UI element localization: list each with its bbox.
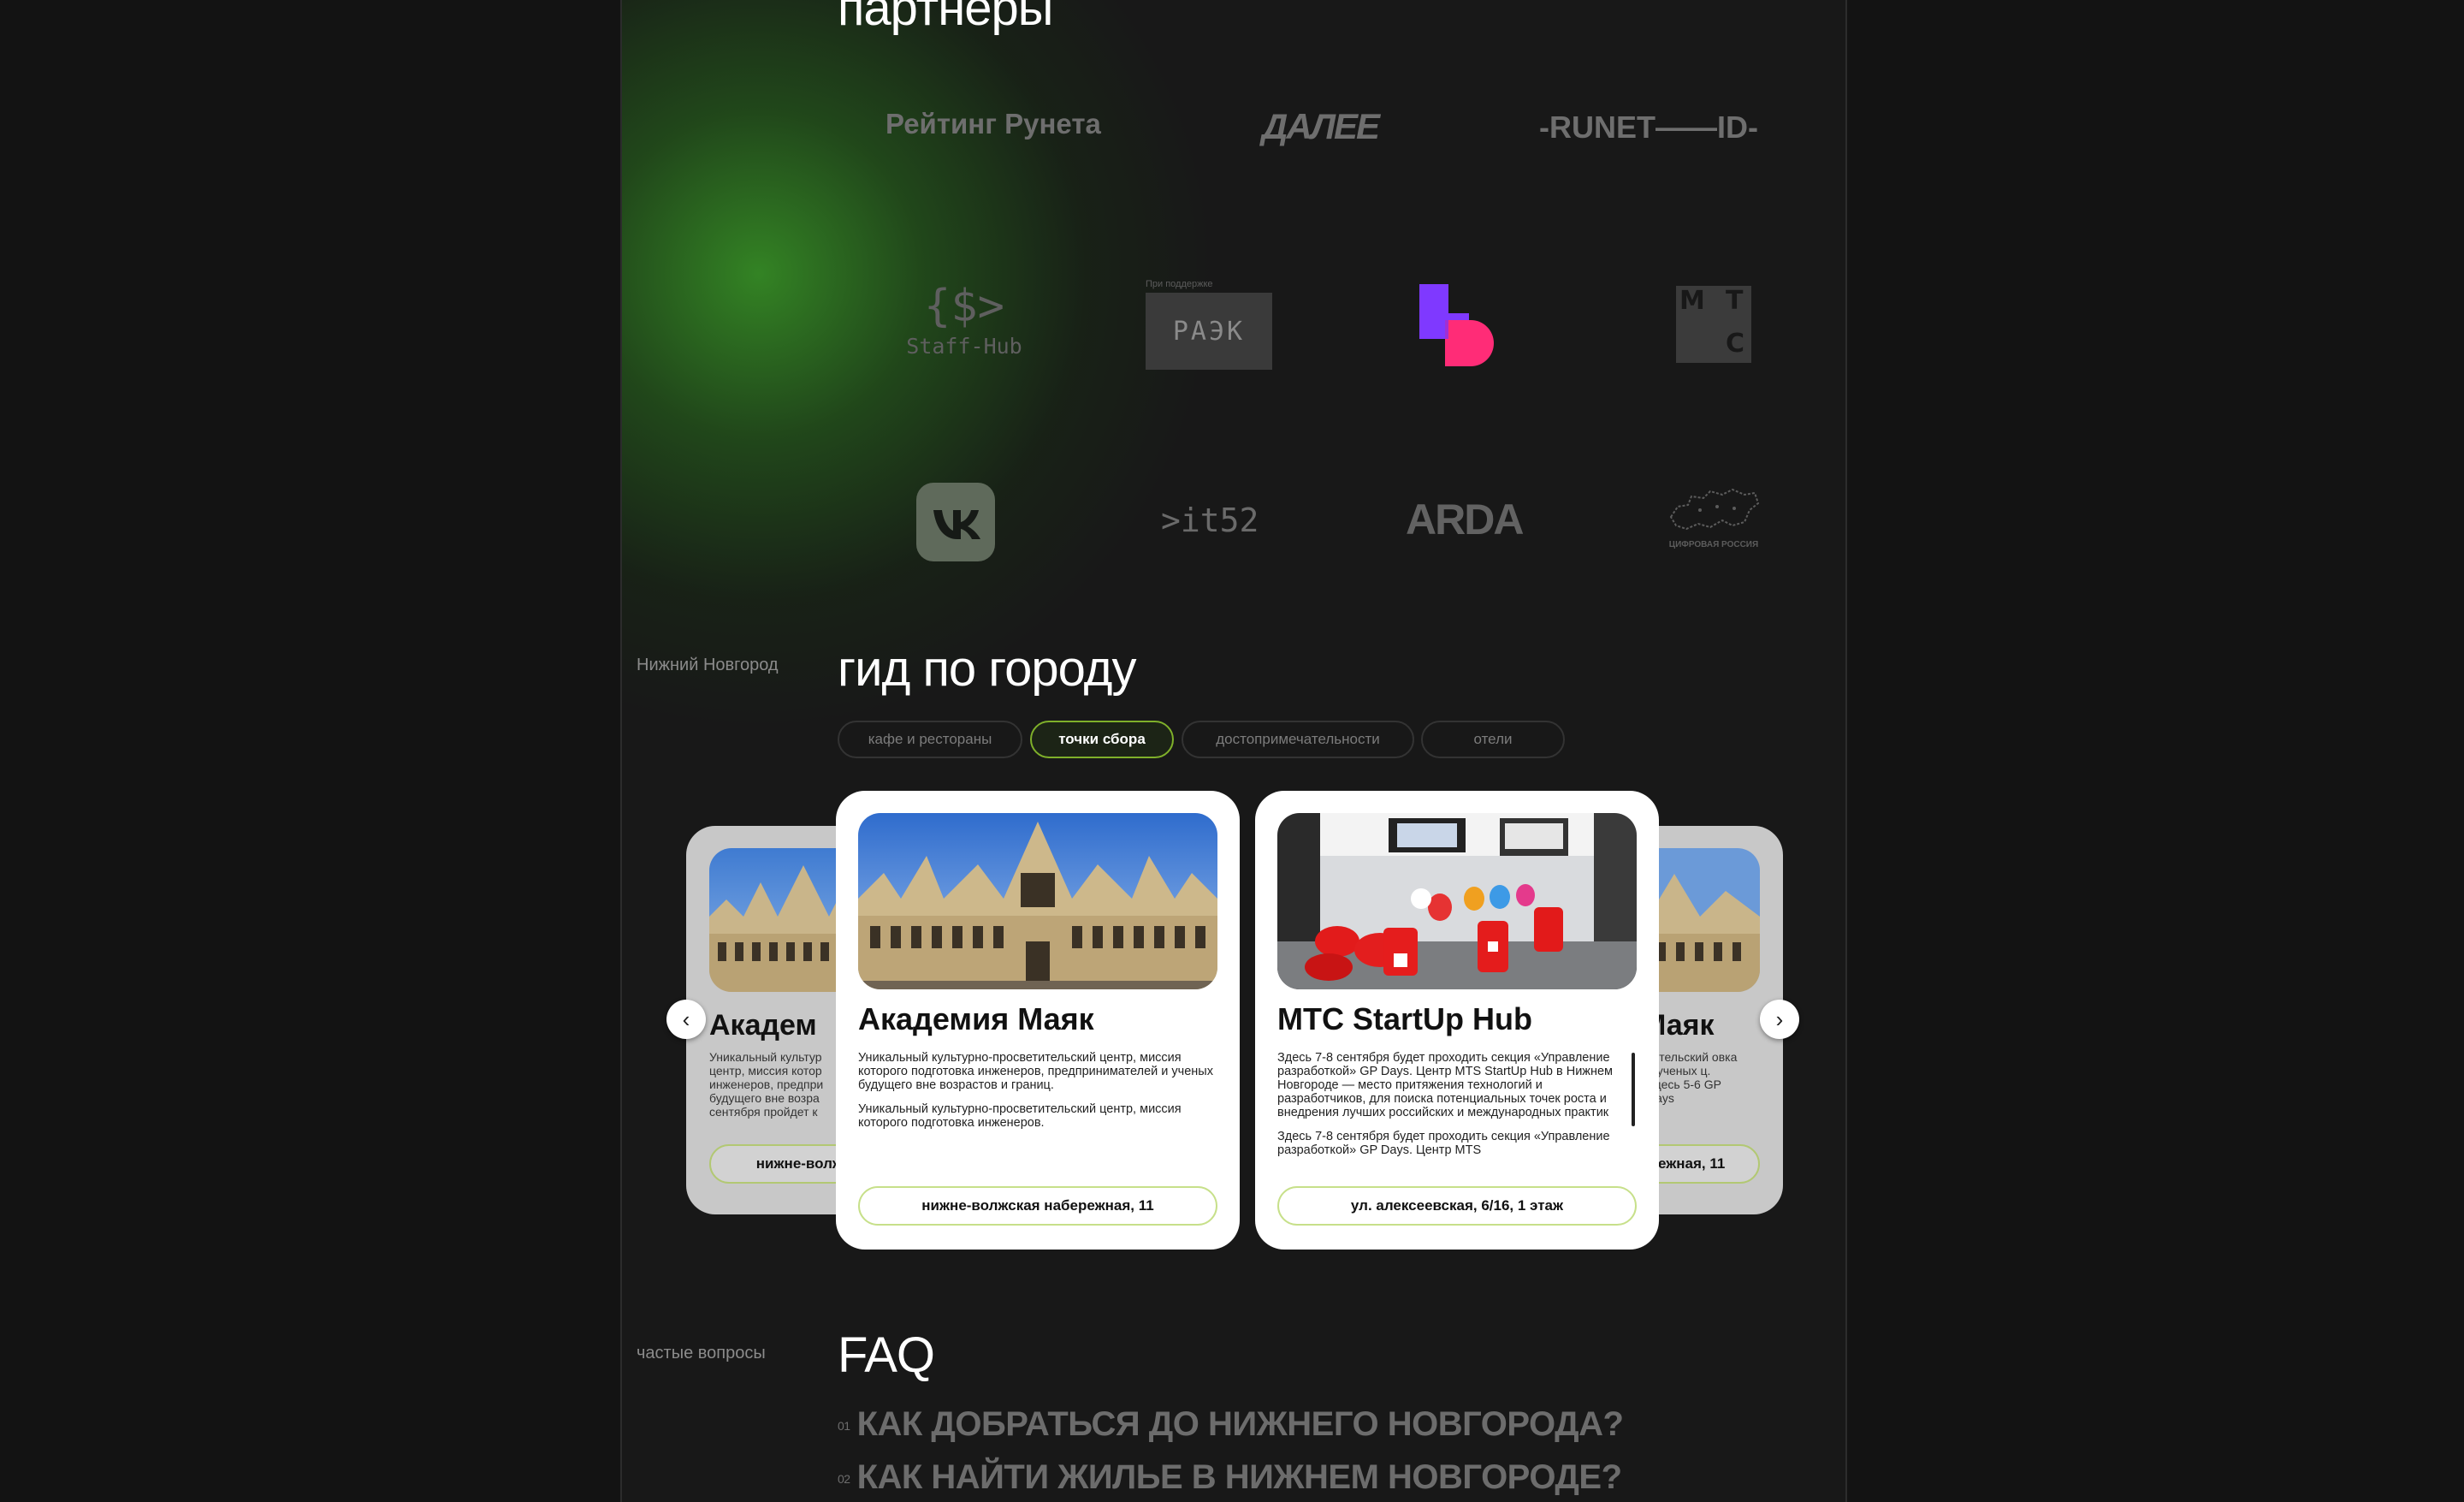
- runet-id-logo[interactable]: -RUNET——ID-: [1539, 110, 1758, 145]
- place-card-mts-hub[interactable]: MTC StartUp Hub Здесь 7-8 сентября будет…: [1255, 791, 1659, 1250]
- academy-description-p2: Уникальный культурно-просветительский це…: [858, 1102, 1182, 1130]
- academy-title: Академия Маяк: [858, 1001, 1094, 1036]
- tab-cafes[interactable]: кафе и рестораны: [838, 721, 1022, 758]
- staff-hub-name: Staff-Hub: [906, 334, 1022, 359]
- faq-side-label: частые вопросы: [637, 1344, 766, 1362]
- partners-title: партнеры: [838, 0, 1053, 36]
- mts-letter-m: М: [1679, 286, 1705, 316]
- raek-box: РАЭК: [1146, 293, 1272, 370]
- faq-item-question: КАК ДОБРАТЬСЯ ДО НИЖНЕГО НОВГОРОДА?: [856, 1405, 1624, 1443]
- academy-photo: [858, 813, 1217, 989]
- side-card-left-title: Академ: [709, 1009, 817, 1042]
- guide-title: гид по городу: [838, 641, 1137, 697]
- side-card-right-address[interactable]: бережная, 11: [1649, 1144, 1760, 1184]
- staff-hub-logo[interactable]: {$> Staff-Hub: [896, 281, 1033, 359]
- staff-hub-mark: {$>: [924, 281, 1004, 332]
- mts-hub-description-p1: Здесь 7-8 сентября будет проходить секци…: [1277, 1051, 1614, 1119]
- runet-rating-logo[interactable]: Рейтинг Рунета: [886, 108, 1101, 140]
- academy-description: Уникальный культурно-просветительский це…: [858, 1051, 1217, 1140]
- mts-logo[interactable]: М Т С: [1676, 286, 1751, 363]
- arda-logo[interactable]: ARDA: [1406, 495, 1524, 544]
- carousel-prev-button[interactable]: ‹: [666, 1000, 706, 1039]
- tab-meeting-points[interactable]: точки сбора: [1030, 721, 1174, 758]
- academy-address-button[interactable]: нижне-волжская набережная, 11: [858, 1186, 1217, 1226]
- chevron-left-icon: ‹: [682, 1006, 690, 1032]
- colored-b-logo[interactable]: [1419, 284, 1503, 366]
- place-card-academy[interactable]: Академия Маяк Уникальный культурно-просв…: [836, 791, 1240, 1250]
- mts-hub-description: Здесь 7-8 сентября будет проходить секци…: [1277, 1051, 1628, 1178]
- faq-item-number: 02: [838, 1472, 850, 1487]
- side-card-left[interactable]: Академ Уникальный культур центр, миссия …: [686, 826, 857, 1214]
- page-frame: партнеры Рейтинг Рунета ДАЛЕЕ -RUNET——ID…: [620, 0, 1847, 1502]
- raek-logo[interactable]: При поддержке РАЭК: [1146, 279, 1272, 370]
- digital-russia-logo[interactable]: ЦИФРОВАЯ РОССИЯ: [1666, 484, 1762, 553]
- vk-icon: [933, 510, 980, 539]
- faq-item-number: 01: [838, 1419, 850, 1434]
- chevron-right-icon: ›: [1775, 1006, 1784, 1032]
- russia-map-icon: [1669, 488, 1760, 531]
- mts-hub-title: MTC StartUp Hub: [1277, 1001, 1532, 1036]
- description-scrollbar[interactable]: [1632, 1053, 1635, 1126]
- mts-hub-address-button[interactable]: ул. алексеевская, 6/16, 1 этаж: [1277, 1186, 1637, 1226]
- faq-item[interactable]: 02 КАК НАЙТИ ЖИЛЬЕ В НИЖНЕМ НОВГОРОДЕ?: [838, 1458, 1622, 1497]
- mts-letter-s: С: [1726, 329, 1745, 359]
- vk-logo[interactable]: [916, 483, 995, 561]
- raek-caption: При поддержке: [1146, 279, 1213, 289]
- mts-hub-description-p2: Здесь 7-8 сентября будет проходить секци…: [1277, 1130, 1610, 1157]
- raek-text: РАЭК: [1172, 316, 1246, 347]
- it52-logo[interactable]: >it52: [1161, 502, 1259, 539]
- side-card-left-text: Уникальный культур центр, миссия котор и…: [709, 1050, 824, 1119]
- academy-description-p1: Уникальный культурно-просветительский це…: [858, 1051, 1213, 1092]
- mts-hub-photo: [1277, 813, 1637, 989]
- carousel-next-button[interactable]: ›: [1760, 1000, 1799, 1039]
- side-card-right-text: тительский овка и ученых ц. Здесь 5-6 GP…: [1649, 1050, 1738, 1105]
- faq-item-question: КАК НАЙТИ ЖИЛЬЕ В НИЖНЕМ НОВГОРОДЕ?: [856, 1458, 1622, 1496]
- tab-sights[interactable]: достопримечательности: [1182, 721, 1414, 758]
- mts-letter-t: Т: [1726, 286, 1744, 316]
- academy-photo-right: [1649, 848, 1760, 992]
- faq-item[interactable]: 01 КАК ДОБРАТЬСЯ ДО НИЖНЕГО НОВГОРОДА?: [838, 1405, 1624, 1444]
- digital-russia-text: ЦИФРОВАЯ РОССИЯ: [1668, 540, 1759, 549]
- aalee-logo[interactable]: ДАЛЕЕ: [1262, 106, 1380, 147]
- guide-side-label: Нижний Новгород: [637, 656, 779, 674]
- tab-hotels[interactable]: отели: [1421, 721, 1565, 758]
- faq-title: FAQ: [838, 1327, 935, 1383]
